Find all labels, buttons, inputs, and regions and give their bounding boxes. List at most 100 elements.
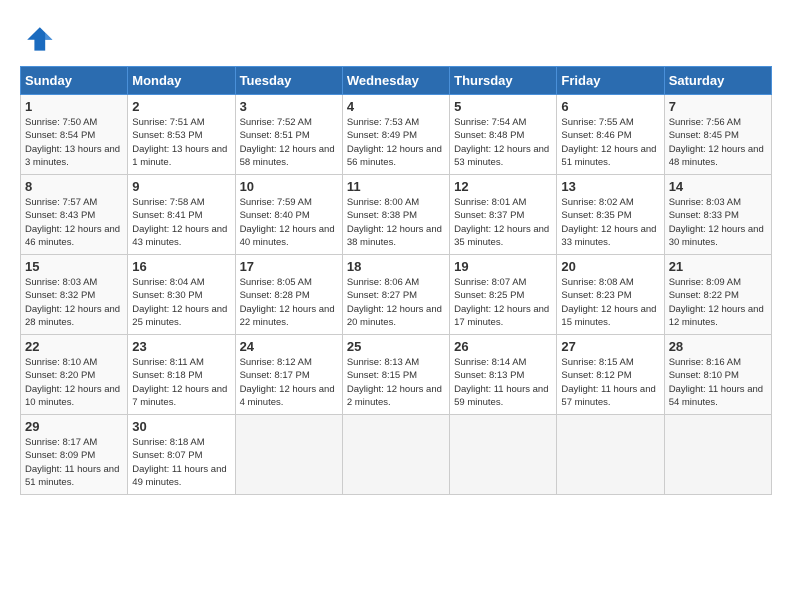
calendar-cell — [235, 415, 342, 495]
day-number: 3 — [240, 99, 338, 114]
day-info: Sunrise: 8:18 AMSunset: 8:07 PMDaylight:… — [132, 436, 230, 489]
calendar-cell: 17 Sunrise: 8:05 AMSunset: 8:28 PMDaylig… — [235, 255, 342, 335]
day-number: 4 — [347, 99, 445, 114]
day-number: 26 — [454, 339, 552, 354]
day-info: Sunrise: 8:16 AMSunset: 8:10 PMDaylight:… — [669, 356, 767, 409]
day-info: Sunrise: 8:11 AMSunset: 8:18 PMDaylight:… — [132, 356, 230, 409]
calendar-cell: 23 Sunrise: 8:11 AMSunset: 8:18 PMDaylig… — [128, 335, 235, 415]
day-number: 17 — [240, 259, 338, 274]
calendar-cell: 20 Sunrise: 8:08 AMSunset: 8:23 PMDaylig… — [557, 255, 664, 335]
calendar-cell: 18 Sunrise: 8:06 AMSunset: 8:27 PMDaylig… — [342, 255, 449, 335]
day-number: 28 — [669, 339, 767, 354]
calendar-cell: 29 Sunrise: 8:17 AMSunset: 8:09 PMDaylig… — [21, 415, 128, 495]
calendar-cell: 26 Sunrise: 8:14 AMSunset: 8:13 PMDaylig… — [450, 335, 557, 415]
day-number: 16 — [132, 259, 230, 274]
day-info: Sunrise: 7:50 AMSunset: 8:54 PMDaylight:… — [25, 116, 123, 169]
day-number: 30 — [132, 419, 230, 434]
calendar-cell: 21 Sunrise: 8:09 AMSunset: 8:22 PMDaylig… — [664, 255, 771, 335]
calendar-cell: 4 Sunrise: 7:53 AMSunset: 8:49 PMDayligh… — [342, 95, 449, 175]
calendar-cell: 5 Sunrise: 7:54 AMSunset: 8:48 PMDayligh… — [450, 95, 557, 175]
day-info: Sunrise: 7:55 AMSunset: 8:46 PMDaylight:… — [561, 116, 659, 169]
calendar-week-5: 29 Sunrise: 8:17 AMSunset: 8:09 PMDaylig… — [21, 415, 772, 495]
calendar-cell: 22 Sunrise: 8:10 AMSunset: 8:20 PMDaylig… — [21, 335, 128, 415]
day-number: 14 — [669, 179, 767, 194]
day-number: 6 — [561, 99, 659, 114]
day-info: Sunrise: 8:03 AMSunset: 8:33 PMDaylight:… — [669, 196, 767, 249]
calendar-cell: 25 Sunrise: 8:13 AMSunset: 8:15 PMDaylig… — [342, 335, 449, 415]
day-info: Sunrise: 7:58 AMSunset: 8:41 PMDaylight:… — [132, 196, 230, 249]
day-info: Sunrise: 8:13 AMSunset: 8:15 PMDaylight:… — [347, 356, 445, 409]
calendar-cell — [557, 415, 664, 495]
day-number: 11 — [347, 179, 445, 194]
weekday-header-wednesday: Wednesday — [342, 67, 449, 95]
weekday-header-sunday: Sunday — [21, 67, 128, 95]
day-number: 27 — [561, 339, 659, 354]
day-number: 23 — [132, 339, 230, 354]
day-number: 12 — [454, 179, 552, 194]
calendar-cell: 19 Sunrise: 8:07 AMSunset: 8:25 PMDaylig… — [450, 255, 557, 335]
day-info: Sunrise: 7:51 AMSunset: 8:53 PMDaylight:… — [132, 116, 230, 169]
day-info: Sunrise: 8:06 AMSunset: 8:27 PMDaylight:… — [347, 276, 445, 329]
day-info: Sunrise: 8:12 AMSunset: 8:17 PMDaylight:… — [240, 356, 338, 409]
day-number: 7 — [669, 99, 767, 114]
day-number: 24 — [240, 339, 338, 354]
logo — [20, 20, 62, 56]
day-number: 21 — [669, 259, 767, 274]
day-number: 25 — [347, 339, 445, 354]
logo-icon — [20, 20, 56, 56]
day-info: Sunrise: 8:05 AMSunset: 8:28 PMDaylight:… — [240, 276, 338, 329]
day-info: Sunrise: 8:14 AMSunset: 8:13 PMDaylight:… — [454, 356, 552, 409]
calendar-cell — [664, 415, 771, 495]
calendar-cell: 7 Sunrise: 7:56 AMSunset: 8:45 PMDayligh… — [664, 95, 771, 175]
day-number: 13 — [561, 179, 659, 194]
day-number: 19 — [454, 259, 552, 274]
day-info: Sunrise: 7:53 AMSunset: 8:49 PMDaylight:… — [347, 116, 445, 169]
calendar-cell: 8 Sunrise: 7:57 AMSunset: 8:43 PMDayligh… — [21, 175, 128, 255]
calendar-cell: 10 Sunrise: 7:59 AMSunset: 8:40 PMDaylig… — [235, 175, 342, 255]
calendar-cell: 14 Sunrise: 8:03 AMSunset: 8:33 PMDaylig… — [664, 175, 771, 255]
calendar-week-1: 1 Sunrise: 7:50 AMSunset: 8:54 PMDayligh… — [21, 95, 772, 175]
day-info: Sunrise: 8:10 AMSunset: 8:20 PMDaylight:… — [25, 356, 123, 409]
calendar-cell: 1 Sunrise: 7:50 AMSunset: 8:54 PMDayligh… — [21, 95, 128, 175]
day-number: 15 — [25, 259, 123, 274]
day-number: 10 — [240, 179, 338, 194]
weekday-header-tuesday: Tuesday — [235, 67, 342, 95]
calendar-cell: 16 Sunrise: 8:04 AMSunset: 8:30 PMDaylig… — [128, 255, 235, 335]
day-number: 20 — [561, 259, 659, 274]
calendar-cell: 3 Sunrise: 7:52 AMSunset: 8:51 PMDayligh… — [235, 95, 342, 175]
calendar-cell: 15 Sunrise: 8:03 AMSunset: 8:32 PMDaylig… — [21, 255, 128, 335]
calendar-table: SundayMondayTuesdayWednesdayThursdayFrid… — [20, 66, 772, 495]
calendar-cell: 11 Sunrise: 8:00 AMSunset: 8:38 PMDaylig… — [342, 175, 449, 255]
weekday-header-thursday: Thursday — [450, 67, 557, 95]
weekday-header-monday: Monday — [128, 67, 235, 95]
calendar-cell: 6 Sunrise: 7:55 AMSunset: 8:46 PMDayligh… — [557, 95, 664, 175]
day-info: Sunrise: 8:03 AMSunset: 8:32 PMDaylight:… — [25, 276, 123, 329]
day-number: 22 — [25, 339, 123, 354]
page-header — [20, 20, 772, 56]
calendar-cell: 27 Sunrise: 8:15 AMSunset: 8:12 PMDaylig… — [557, 335, 664, 415]
calendar-week-2: 8 Sunrise: 7:57 AMSunset: 8:43 PMDayligh… — [21, 175, 772, 255]
day-number: 1 — [25, 99, 123, 114]
day-info: Sunrise: 8:07 AMSunset: 8:25 PMDaylight:… — [454, 276, 552, 329]
day-info: Sunrise: 8:08 AMSunset: 8:23 PMDaylight:… — [561, 276, 659, 329]
weekday-header-row: SundayMondayTuesdayWednesdayThursdayFrid… — [21, 67, 772, 95]
calendar-cell: 9 Sunrise: 7:58 AMSunset: 8:41 PMDayligh… — [128, 175, 235, 255]
calendar-cell: 24 Sunrise: 8:12 AMSunset: 8:17 PMDaylig… — [235, 335, 342, 415]
day-number: 2 — [132, 99, 230, 114]
day-info: Sunrise: 8:01 AMSunset: 8:37 PMDaylight:… — [454, 196, 552, 249]
day-number: 29 — [25, 419, 123, 434]
day-info: Sunrise: 7:59 AMSunset: 8:40 PMDaylight:… — [240, 196, 338, 249]
day-info: Sunrise: 8:04 AMSunset: 8:30 PMDaylight:… — [132, 276, 230, 329]
day-info: Sunrise: 8:17 AMSunset: 8:09 PMDaylight:… — [25, 436, 123, 489]
day-number: 18 — [347, 259, 445, 274]
calendar-week-3: 15 Sunrise: 8:03 AMSunset: 8:32 PMDaylig… — [21, 255, 772, 335]
weekday-header-friday: Friday — [557, 67, 664, 95]
day-info: Sunrise: 7:52 AMSunset: 8:51 PMDaylight:… — [240, 116, 338, 169]
day-number: 5 — [454, 99, 552, 114]
day-info: Sunrise: 7:54 AMSunset: 8:48 PMDaylight:… — [454, 116, 552, 169]
calendar-cell: 13 Sunrise: 8:02 AMSunset: 8:35 PMDaylig… — [557, 175, 664, 255]
day-info: Sunrise: 7:56 AMSunset: 8:45 PMDaylight:… — [669, 116, 767, 169]
calendar-cell: 2 Sunrise: 7:51 AMSunset: 8:53 PMDayligh… — [128, 95, 235, 175]
day-info: Sunrise: 8:02 AMSunset: 8:35 PMDaylight:… — [561, 196, 659, 249]
calendar-cell — [450, 415, 557, 495]
